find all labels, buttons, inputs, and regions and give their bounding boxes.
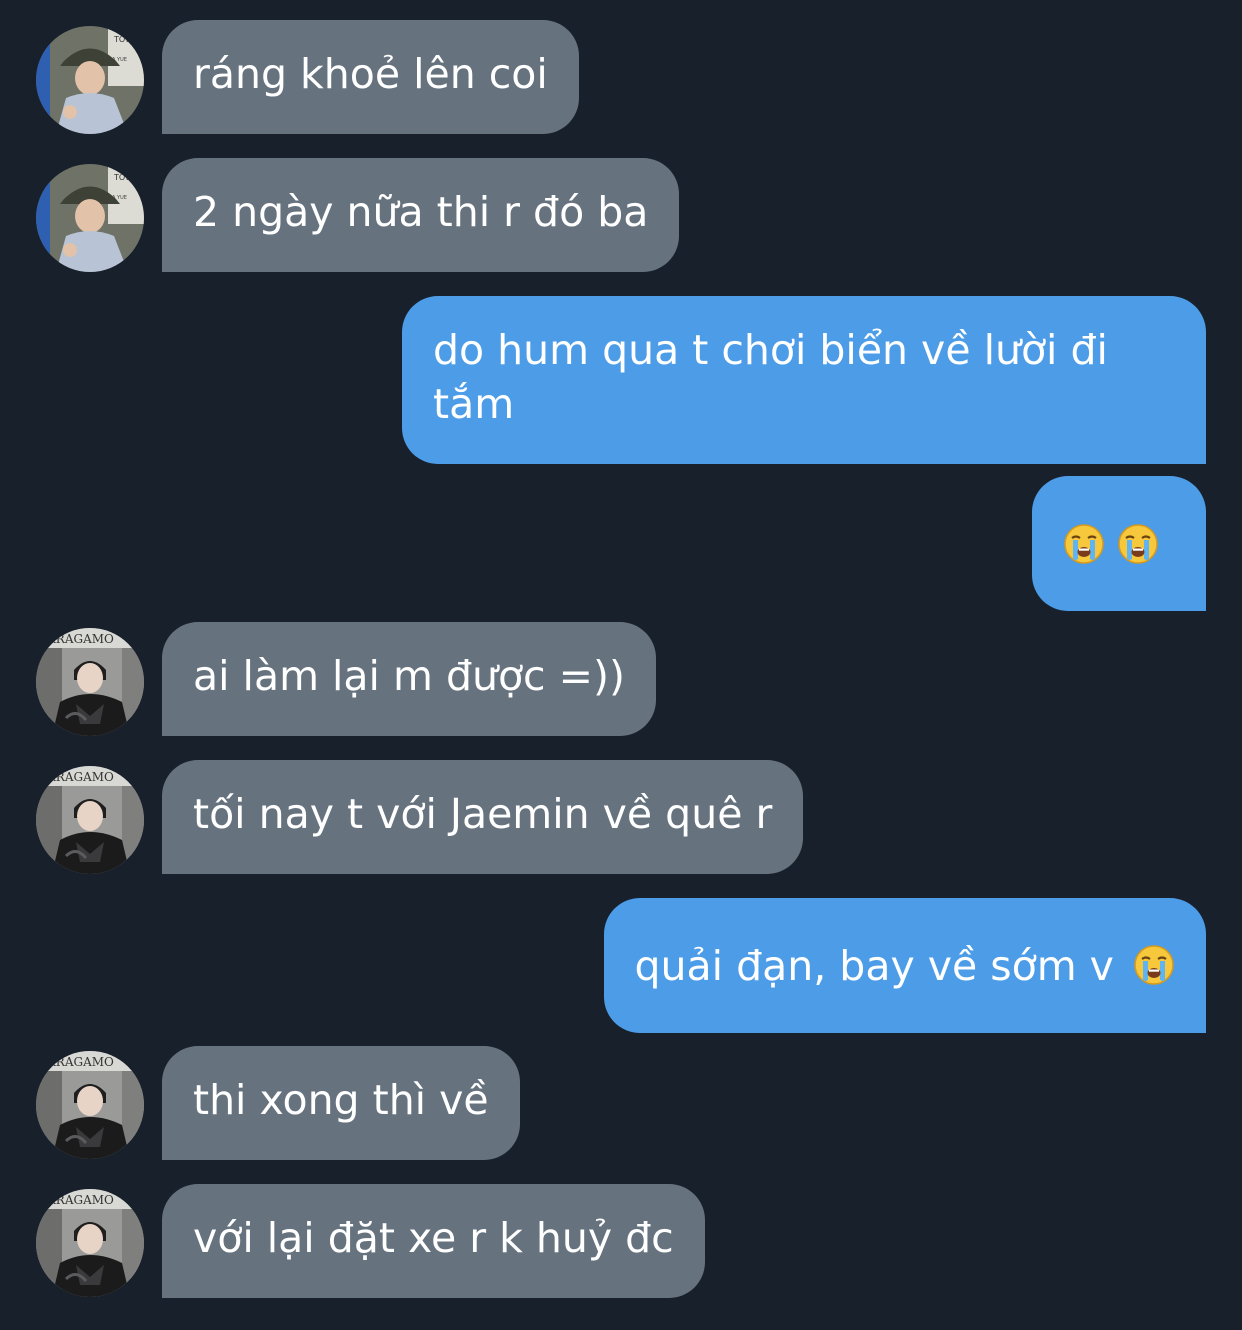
- message-text: 2 ngày nữa thi r đó ba: [193, 188, 649, 236]
- incoming-message-bubble[interactable]: thi xong thì về: [162, 1046, 520, 1160]
- incoming-message-bubble[interactable]: với lại đặt xe r k huỷ đc: [162, 1184, 705, 1298]
- loudly-crying-face-icon: [1133, 944, 1175, 986]
- contact-avatar[interactable]: [36, 766, 144, 874]
- contact-avatar[interactable]: [36, 628, 144, 736]
- contact-avatar[interactable]: [36, 1051, 144, 1159]
- avatar-photo: [36, 164, 144, 272]
- message-text: ráng khoẻ lên coi: [193, 50, 548, 98]
- avatar-photo: [36, 1051, 144, 1159]
- outgoing-message-bubble[interactable]: quải đạn, bay về sớm v: [603, 898, 1206, 1033]
- message-text: do hum qua t chơi biển về lười đi tắm: [433, 326, 1108, 428]
- message-text: tối nay t với Jaemin về quê r: [193, 790, 773, 838]
- incoming-message-bubble[interactable]: ráng khoẻ lên coi: [162, 20, 579, 134]
- contact-avatar[interactable]: [36, 26, 144, 134]
- avatar-photo: [36, 766, 144, 874]
- message-text: với lại đặt xe r k huỷ đc: [193, 1214, 674, 1262]
- avatar-photo: [36, 26, 144, 134]
- outgoing-message-bubble[interactable]: do hum qua t chơi biển về lười đi tắm: [402, 296, 1206, 464]
- outgoing-message-bubble[interactable]: [1032, 476, 1206, 611]
- loudly-crying-face-icon: [1063, 523, 1105, 565]
- incoming-message-bubble[interactable]: ai làm lại m được =)): [162, 622, 656, 736]
- loudly-crying-face-icon: [1117, 523, 1159, 565]
- message-text: quải đạn, bay về sớm v: [634, 942, 1114, 990]
- incoming-message-bubble[interactable]: 2 ngày nữa thi r đó ba: [162, 158, 680, 272]
- message-text: thi xong thì về: [193, 1076, 489, 1124]
- avatar-photo: [36, 1189, 144, 1297]
- contact-avatar[interactable]: [36, 1189, 144, 1297]
- avatar-photo: [36, 628, 144, 736]
- chat-thread: ráng khoẻ lên coi 2 ngày nữa thi r đó ba…: [0, 0, 1242, 1330]
- contact-avatar[interactable]: [36, 164, 144, 272]
- incoming-message-bubble[interactable]: tối nay t với Jaemin về quê r: [162, 760, 804, 874]
- message-text: ai làm lại m được =)): [193, 652, 625, 700]
